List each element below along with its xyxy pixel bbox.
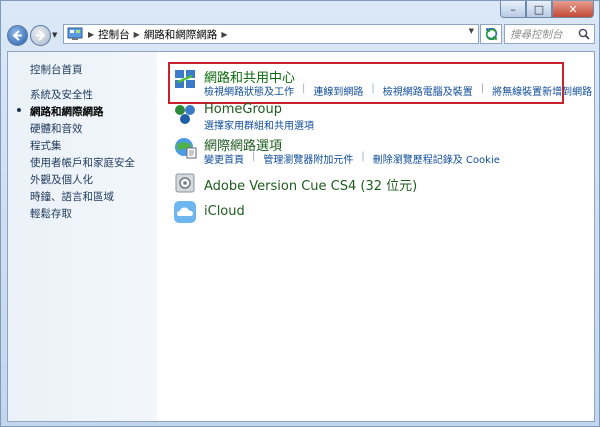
address-bar[interactable]: ▶ 控制台 ▶ 網路和網際網路 ▶ ▼ xyxy=(63,24,479,44)
minimize-button[interactable]: – xyxy=(500,1,526,18)
sidebar-item-ease-of-access[interactable]: 輕鬆存取 xyxy=(30,206,72,221)
search-placeholder: 搜尋控制台 xyxy=(510,28,563,41)
sidebar-item-home[interactable]: 控制台首頁 xyxy=(30,62,83,77)
link-separator: | xyxy=(480,83,485,94)
close-button[interactable]: ✕ xyxy=(552,1,594,18)
link-delete-history[interactable]: 刪除瀏覽歷程記錄及 Cookie xyxy=(373,151,500,166)
homegroup-icon xyxy=(175,105,195,124)
link-homegroup-options[interactable]: 選擇家用群組和共用選項 xyxy=(204,117,314,132)
link-separator: | xyxy=(252,151,256,162)
network-center-links: 檢視網路狀態及工作 | 連線到網路 | 檢視網路電腦及裝置 | 將無線裝置新增到… xyxy=(204,83,592,98)
active-bullet-icon xyxy=(17,108,21,112)
refresh-icon xyxy=(485,28,497,40)
sidebar-item-clock-language[interactable]: 時鐘、語言和區域 xyxy=(30,189,114,204)
link-add-wireless-device[interactable]: 將無線裝置新增到網路 xyxy=(492,83,592,98)
back-button[interactable] xyxy=(7,24,28,46)
breadcrumb-network-internet[interactable]: 網路和網際網路 xyxy=(144,27,218,42)
link-separator: | xyxy=(361,151,365,162)
forward-arrow-icon xyxy=(36,29,46,41)
icloud-title[interactable]: iCloud xyxy=(204,204,245,219)
breadcrumb-separator: ▶ xyxy=(88,29,95,39)
sidebar-item-network-internet[interactable]: 網路和網際網路 xyxy=(17,104,104,119)
adobe-version-cue-title[interactable]: Adobe Version Cue CS4 (32 位元) xyxy=(204,175,417,194)
sidebar-item-user-accounts[interactable]: 使用者帳戶和家庭安全 xyxy=(30,155,135,170)
forward-button[interactable] xyxy=(30,24,51,46)
breadcrumb-separator: ▶ xyxy=(133,29,140,39)
recent-pages-dropdown[interactable]: ▼ xyxy=(52,31,62,39)
internet-options-icon xyxy=(175,138,197,159)
sidebar-item-programs[interactable]: 程式集 xyxy=(30,138,62,153)
breadcrumb-control-panel[interactable]: 控制台 xyxy=(98,27,130,42)
refresh-button[interactable] xyxy=(480,24,502,44)
internet-options-links: 變更首頁 | 管理瀏覽器附加元件 | 刪除瀏覽歷程記錄及 Cookie xyxy=(204,151,500,166)
link-connect-network[interactable]: 連線到網路 xyxy=(313,83,363,98)
homegroup-title[interactable]: HomeGroup xyxy=(204,102,282,117)
sidebar-item-hardware-sound[interactable]: 硬體和音效 xyxy=(30,121,83,136)
window-frame: – □ ✕ ▼ ▶ 控制台 ▶ 網路和網際網路 ▶ ▼ 搜尋控制台 控制台首頁 … xyxy=(0,0,600,427)
link-separator: | xyxy=(302,83,306,94)
icloud-icon xyxy=(174,201,196,223)
caption-buttons: – □ ✕ xyxy=(500,1,594,18)
link-manage-addons[interactable]: 管理瀏覽器附加元件 xyxy=(263,151,353,166)
link-separator: | xyxy=(371,83,375,94)
address-dropdown-icon[interactable]: ▼ xyxy=(469,27,474,35)
sidebar: 控制台首頁 系統及安全性 網路和網際網路 硬體和音效 程式集 使用者帳戶和家庭安… xyxy=(8,52,157,421)
search-input[interactable]: 搜尋控制台 xyxy=(504,24,595,44)
sidebar-item-appearance[interactable]: 外觀及個人化 xyxy=(30,172,93,187)
link-change-homepage[interactable]: 變更首頁 xyxy=(204,151,244,166)
breadcrumb-separator: ▶ xyxy=(221,29,228,39)
network-center-icon xyxy=(175,70,195,88)
content-area: 控制台首頁 系統及安全性 網路和網際網路 硬體和音效 程式集 使用者帳戶和家庭安… xyxy=(7,51,595,422)
sidebar-item-system-security[interactable]: 系統及安全性 xyxy=(30,87,93,102)
control-panel-window: – □ ✕ ▼ ▶ 控制台 ▶ 網路和網際網路 ▶ ▼ 搜尋控制台 控制台首頁 … xyxy=(0,0,600,427)
search-icon[interactable] xyxy=(578,28,590,40)
navigation-bar: ▼ ▶ 控制台 ▶ 網路和網際網路 ▶ ▼ 搜尋控制台 xyxy=(7,23,595,47)
homegroup-links: 選擇家用群組和共用選項 xyxy=(204,117,314,132)
adobe-version-cue-icon xyxy=(175,173,195,193)
control-panel-icon xyxy=(66,26,84,42)
maximize-button[interactable]: □ xyxy=(526,1,552,18)
back-arrow-icon xyxy=(12,29,22,41)
link-view-network-computers[interactable]: 檢視網路電腦及裝置 xyxy=(383,83,473,98)
link-view-network-status[interactable]: 檢視網路狀態及工作 xyxy=(204,83,294,98)
